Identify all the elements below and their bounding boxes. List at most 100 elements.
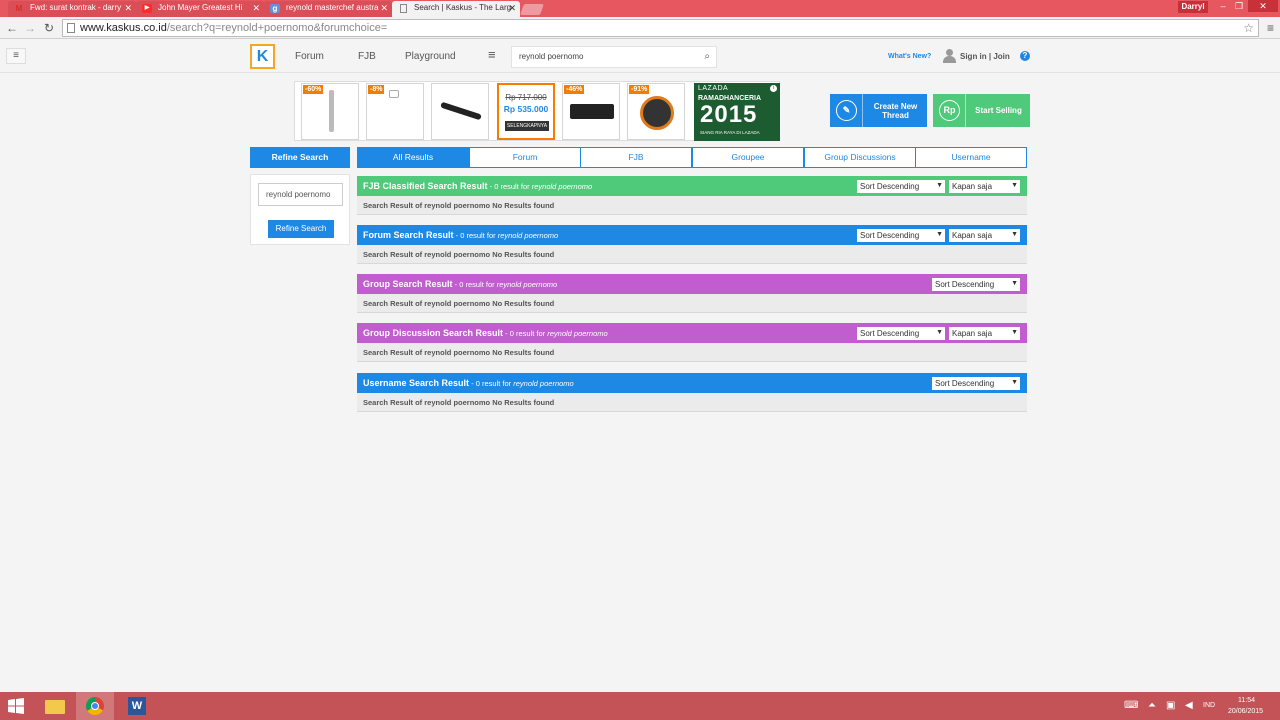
nav-playground[interactable]: Playground xyxy=(405,51,456,62)
tab-title: John Mayer Greatest Hi xyxy=(158,3,243,12)
page-icon xyxy=(400,4,407,13)
result-header: Username Search Result - 0 result for re… xyxy=(357,373,1027,393)
clock-date[interactable]: 20/06/2015 xyxy=(1228,708,1263,715)
whats-new-link[interactable]: What's New? xyxy=(888,53,931,60)
tab-title: reynold masterchef austra xyxy=(286,3,379,12)
google-search-icon: g xyxy=(270,4,280,13)
forward-arrow-icon[interactable]: → xyxy=(24,20,36,36)
refine-search-panel: reynold poernomo Refine Search xyxy=(250,174,350,245)
browser-tab-youtube[interactable]: ▶ John Mayer Greatest Hi ✕ xyxy=(136,1,264,17)
ad-product[interactable]: -91% xyxy=(627,83,685,140)
bookmark-star-icon[interactable]: ☆ xyxy=(1243,20,1254,36)
chrome-menu-icon[interactable]: ≡ xyxy=(1267,21,1274,35)
file-explorer-icon[interactable] xyxy=(36,692,74,720)
sort-select[interactable]: Sort Descending ▼ xyxy=(932,278,1020,291)
tray-arrow-icon[interactable]: ⏶ xyxy=(1148,700,1156,711)
lazada-year: 2015 xyxy=(700,101,758,128)
volume-icon[interactable]: ◀ xyxy=(1185,700,1193,711)
nav-forum[interactable]: Forum xyxy=(295,51,324,62)
close-icon[interactable]: ✕ xyxy=(380,1,388,15)
sort-select[interactable]: Sort Descending ▼ xyxy=(857,327,945,340)
windows-logo-icon xyxy=(8,698,24,714)
result-query: reynold poernomo xyxy=(547,329,608,338)
close-icon[interactable]: ✕ xyxy=(124,1,132,15)
ad-product[interactable]: -8% xyxy=(366,83,424,140)
signin-join-link[interactable]: Sign in | Join xyxy=(960,52,1010,61)
time-select[interactable]: Kapan saja ▼ xyxy=(949,229,1020,242)
ad-product[interactable]: -60% xyxy=(301,83,359,140)
menu-toggle-icon[interactable]: ≡ xyxy=(6,48,26,64)
new-tab-button[interactable] xyxy=(519,4,545,15)
refine-search-button[interactable]: Refine Search xyxy=(268,220,334,238)
address-bar[interactable]: www.kaskus.co.id/search?q=reynold+poerno… xyxy=(62,19,1259,37)
keyboard-icon[interactable]: ⌨ xyxy=(1124,700,1138,711)
url-host: www.kaskus.co.id xyxy=(80,22,167,34)
sort-select[interactable]: Sort Descending ▼ xyxy=(857,229,945,242)
back-arrow-icon[interactable]: ← xyxy=(6,20,18,36)
dropdown-arrow-icon: ▼ xyxy=(936,231,943,238)
info-icon[interactable]: i xyxy=(770,85,777,92)
browser-tab-gmail[interactable]: M Fwd: surat kontrak - darry ✕ xyxy=(8,1,136,17)
lazada-tagline: SIANG RIA RAYA DI LAZADA xyxy=(700,130,760,135)
tab-group-discussions[interactable]: Group Discussions xyxy=(804,147,916,168)
more-button[interactable]: SELENGKAPNYA xyxy=(505,121,549,131)
result-query: reynold poernomo xyxy=(513,379,574,388)
close-icon[interactable]: ✕ xyxy=(508,1,516,15)
gmail-icon: M xyxy=(15,4,23,13)
language-indicator[interactable]: IND xyxy=(1203,702,1215,709)
dropdown-arrow-icon: ▼ xyxy=(936,329,943,336)
result-title: Group Discussion Search Result xyxy=(363,328,504,338)
close-icon[interactable]: ✕ xyxy=(252,1,260,15)
browser-tab-google[interactable]: g reynold masterchef austra ✕ xyxy=(264,1,392,17)
lazada-brand: LAZADA xyxy=(698,85,729,92)
tab-username[interactable]: Username xyxy=(915,147,1027,168)
tab-all-results[interactable]: All Results xyxy=(357,147,469,168)
result-query: reynold poernomo xyxy=(497,231,559,240)
discount-badge: -46% xyxy=(564,85,585,94)
ad-banner[interactable]: -60% -8% Rp 717.000 Rp 535.000 SELENGKAP… xyxy=(294,81,780,141)
windows-start-button[interactable] xyxy=(0,692,32,720)
lazada-ad[interactable]: LAZADA i RAMADHANCERIA 2015 SIANG RIA RA… xyxy=(694,83,780,141)
browser-toolbar: ← → ↻ www.kaskus.co.id/search?q=reynold+… xyxy=(0,17,1280,39)
nav-fjb[interactable]: FJB xyxy=(358,51,376,62)
product-image xyxy=(570,104,614,119)
no-results-message: Search Result of reynold poernomo No Res… xyxy=(357,196,1027,215)
help-icon[interactable]: ? xyxy=(1020,51,1030,61)
tab-groupee[interactable]: Groupee xyxy=(692,147,804,168)
sort-select[interactable]: Sort Descending ▼ xyxy=(932,377,1020,390)
result-header: Group Discussion Search Result - 0 resul… xyxy=(357,323,1027,343)
time-select[interactable]: Kapan saja ▼ xyxy=(949,327,1020,340)
sort-select[interactable]: Sort Descending ▼ xyxy=(857,180,945,193)
result-title: Username Search Result xyxy=(363,378,470,388)
ad-product[interactable]: -46% xyxy=(562,83,620,140)
refine-search-input[interactable]: reynold poernomo xyxy=(258,183,343,206)
ad-product[interactable] xyxy=(431,83,489,140)
word-taskbar-icon[interactable]: W xyxy=(118,692,156,720)
tab-fjb[interactable]: FJB xyxy=(580,147,692,168)
result-count: - 0 result for xyxy=(452,280,497,289)
network-icon[interactable]: ▣ xyxy=(1166,700,1175,711)
search-tabs: All Results Forum FJB Groupee Group Disc… xyxy=(357,147,1027,168)
dropdown-arrow-icon: ▼ xyxy=(1011,329,1018,336)
maximize-button[interactable]: ❐ xyxy=(1228,0,1250,12)
profile-button[interactable]: Darryl xyxy=(1178,1,1208,13)
time-select[interactable]: Kapan saja ▼ xyxy=(949,180,1020,193)
result-query: reynold poernomo xyxy=(496,280,558,289)
result-title: FJB Classified Search Result xyxy=(363,181,488,191)
category-menu-icon[interactable]: ≡ xyxy=(488,48,496,62)
tab-forum[interactable]: Forum xyxy=(469,147,581,168)
kaskus-logo[interactable]: K xyxy=(250,44,275,69)
site-header: ≡ K Forum FJB Playground ≡ reynold poern… xyxy=(0,40,1280,73)
chrome-taskbar-icon[interactable] xyxy=(76,692,114,720)
search-icon[interactable]: ⌕ xyxy=(704,47,710,67)
window-close-button[interactable]: ✕ xyxy=(1248,0,1278,12)
result-header: FJB Classified Search Result - 0 result … xyxy=(357,176,1027,196)
site-search-input[interactable]: reynold poernomo ⌕ xyxy=(511,46,717,68)
browser-tab-kaskus[interactable]: Search | Kaskus - The Larg ✕ xyxy=(392,1,520,17)
reload-icon[interactable]: ↻ xyxy=(44,20,54,36)
ad-price-card[interactable]: Rp 717.000 Rp 535.000 SELENGKAPNYA xyxy=(497,83,555,140)
create-thread-button[interactable]: ✎ Create New Thread xyxy=(830,94,927,127)
start-selling-button[interactable]: Rp Start Selling xyxy=(933,94,1030,127)
clock-time[interactable]: 11:54 xyxy=(1238,697,1255,704)
create-thread-label: Create New Thread xyxy=(873,101,918,120)
